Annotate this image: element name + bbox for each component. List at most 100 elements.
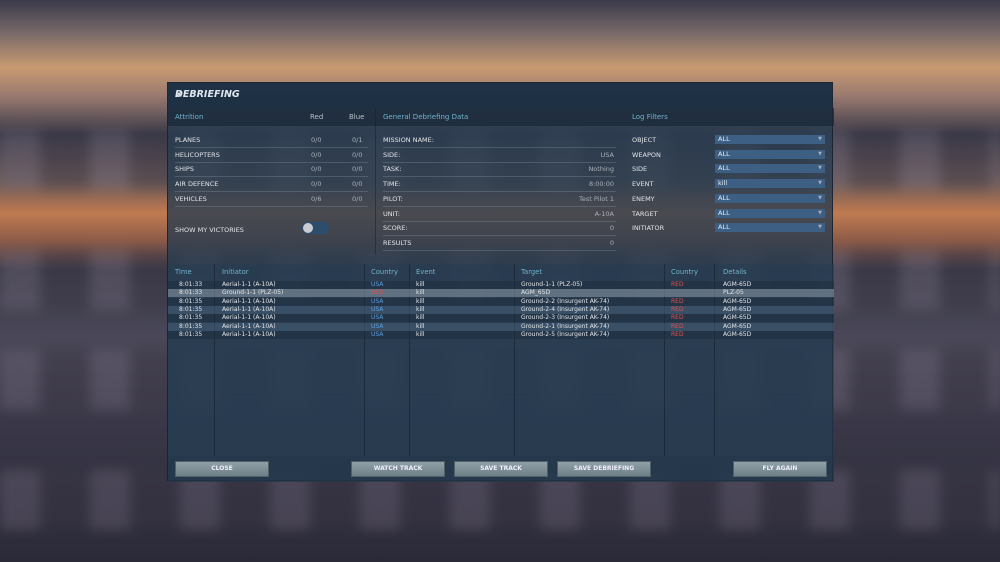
- column-header: Country: [371, 268, 399, 276]
- row-divider: [175, 161, 368, 163]
- row-divider: [383, 176, 616, 178]
- filter-value: ALL: [718, 193, 730, 202]
- cell-details: AGM-65D: [723, 322, 752, 330]
- cell-time: 8:01:35: [179, 305, 203, 313]
- table-row[interactable]: 8:01:33 Ground-1-1 (PLZ-05) RED kill AGM_65D…: [168, 289, 834, 298]
- column-header: Initiator: [222, 268, 249, 276]
- event-log-table: Time Initiator Country Event Target Country De…: [168, 264, 834, 456]
- cell-time: 8:01:35: [179, 314, 203, 322]
- cell-details: AGM-65D: [723, 305, 752, 313]
- cell-country: USA: [371, 305, 384, 313]
- cell-target: Ground-2-2 (Insurgent AK-74): [521, 297, 610, 305]
- attrition-red-value: 0/0: [311, 150, 322, 159]
- watch-track-button[interactable]: WATCH TRACK: [351, 461, 445, 477]
- chevron-down-icon: ▼: [818, 165, 822, 172]
- table-row[interactable]: 8:01:35 Aerial-1-1 (A-10A) USA kill Ground-2…: [168, 297, 834, 306]
- chevron-down-icon: ▼: [818, 224, 822, 231]
- general-row-label: SCORE:: [383, 224, 408, 233]
- cell-target: Ground-2-5 (Insurgent AK-74): [521, 330, 610, 338]
- filter-value: ALL: [718, 164, 730, 173]
- attrition-blue-value: 0/0: [352, 165, 363, 174]
- attrition-row-label: HELICOPTERS: [175, 150, 220, 159]
- filter-dropdown-event[interactable]: kill ▼: [715, 179, 825, 189]
- cell-country: USA: [371, 330, 384, 338]
- cell-country: USA: [371, 322, 384, 330]
- table-row[interactable]: 8:01:35 Aerial-1-1 (A-10A) USA kill Ground-2…: [168, 330, 834, 339]
- cell-time: 8:01:33: [179, 281, 203, 288]
- filter-label: WEAPON: [632, 150, 661, 159]
- row-divider: [175, 205, 368, 207]
- general-row-label: PILOT:: [383, 194, 403, 203]
- general-row-label: TASK:: [383, 165, 402, 174]
- cell-initiator: Aerial-1-1 (A-10A): [222, 305, 276, 313]
- attrition-blue-value: 0/0: [352, 150, 363, 159]
- cell-target-country: RED: [671, 305, 684, 313]
- filter-dropdown-side[interactable]: ALL ▼: [715, 164, 825, 174]
- save-track-button[interactable]: SAVE TRACK: [454, 461, 548, 477]
- general-header: General Debriefing Data: [383, 113, 469, 121]
- title-bar: DEBRIEFING ×: [168, 83, 832, 108]
- debriefing-dialog: DEBRIEFING × Attrition Red Blue General …: [167, 82, 834, 482]
- cell-event: kill: [416, 305, 425, 313]
- cell-event: kill: [416, 330, 425, 338]
- fly-again-button[interactable]: FLY AGAIN: [733, 461, 827, 477]
- cell-target-country: RED: [671, 314, 684, 322]
- cell-initiator: Aerial-1-1 (A-10A): [222, 314, 276, 322]
- filter-dropdown-initiator[interactable]: ALL ▼: [715, 223, 825, 233]
- general-row-label: SIDE:: [383, 150, 401, 159]
- cell-target: Ground-2-3 (Insurgent AK-74): [521, 314, 610, 322]
- cell-initiator: Aerial-1-1 (A-10A): [222, 297, 276, 305]
- save-debriefing-button[interactable]: SAVE DEBRIEFING: [557, 461, 651, 477]
- cell-time: 8:01:35: [179, 297, 203, 305]
- cell-time: 8:01:35: [179, 322, 203, 330]
- table-row[interactable]: 8:01:35 Aerial-1-1 (A-10A) USA kill Ground-2…: [168, 322, 834, 331]
- section-header-bar: [168, 108, 834, 126]
- cell-initiator: Aerial-1-1 (A-10A): [222, 330, 276, 338]
- cell-event: kill: [416, 289, 425, 297]
- filter-value: ALL: [718, 208, 730, 217]
- show-victories-label: SHOW MY VICTORIES: [175, 226, 244, 234]
- chevron-down-icon: ▼: [818, 150, 822, 157]
- attrition-blue-value: 0/1: [352, 136, 363, 144]
- general-row-label: UNIT:: [383, 209, 400, 218]
- row-divider: [383, 161, 616, 163]
- attrition-row-label: SHIPS: [175, 165, 194, 174]
- chevron-down-icon: ▼: [818, 180, 822, 187]
- table-row[interactable]: 8:01:33 Aerial-1-1 (A-10A) USA kill Ground-1…: [168, 281, 834, 289]
- table-row[interactable]: 8:01:35 Aerial-1-1 (A-10A) USA kill Ground-2…: [168, 305, 834, 314]
- row-divider: [383, 220, 616, 222]
- column-header: Event: [416, 268, 436, 276]
- general-row-value: 8:00:00: [588, 180, 614, 189]
- cell-target-country: RED: [671, 330, 684, 338]
- row-divider: [383, 147, 616, 148]
- cell-target: Ground-1-1 (PLZ-05): [521, 281, 583, 288]
- column-header: Country: [671, 268, 699, 276]
- cell-details: AGM-65D: [723, 314, 752, 322]
- general-row-value: Test Pilot 1: [579, 194, 614, 203]
- filter-dropdown-enemy[interactable]: ALL ▼: [715, 193, 825, 203]
- filter-value: ALL: [718, 135, 730, 143]
- attrition-red-value: 0/0: [311, 180, 322, 189]
- general-row-label: MISSION NAME:: [383, 136, 434, 144]
- filter-label: INITIATOR: [632, 224, 665, 233]
- general-row-value: Nothing: [588, 165, 614, 174]
- attrition-blue-value: 0/0: [352, 180, 363, 189]
- general-row-label: RESULTS: [383, 238, 412, 247]
- filter-label: SIDE: [632, 165, 648, 174]
- filter-dropdown-object[interactable]: ALL ▼: [715, 135, 825, 144]
- table-row[interactable]: 8:01:35 Aerial-1-1 (A-10A) USA kill Ground-2…: [168, 314, 834, 323]
- cell-details: AGM-65D: [723, 330, 752, 338]
- row-divider: [383, 191, 616, 193]
- attrition-row-label: VEHICLES: [175, 194, 207, 203]
- row-divider: [175, 191, 368, 193]
- cell-target: Ground-2-1 (Insurgent AK-74): [521, 322, 610, 330]
- attrition-row-label: AIR DEFENCE: [175, 180, 219, 189]
- attrition-blue-value: 0/0: [352, 194, 363, 203]
- general-row-label: TIME:: [383, 180, 401, 189]
- cell-details: PLZ-05: [723, 289, 744, 297]
- filter-dropdown-target[interactable]: ALL ▼: [715, 208, 825, 218]
- close-icon[interactable]: ×: [175, 89, 826, 100]
- show-victories-toggle[interactable]: [302, 222, 329, 234]
- close-button[interactable]: CLOSE: [175, 461, 269, 477]
- filter-dropdown-weapon[interactable]: ALL ▼: [715, 149, 825, 159]
